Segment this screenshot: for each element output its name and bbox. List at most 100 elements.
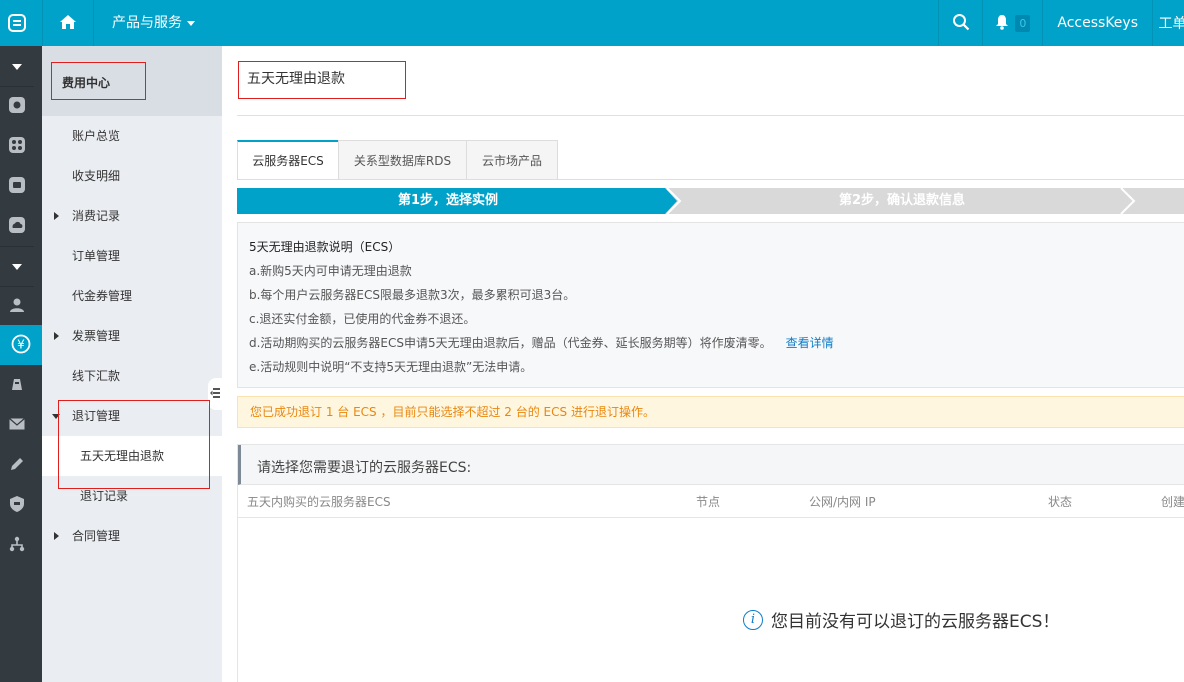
products-services-menu[interactable]: 产品与服务 (112, 0, 195, 46)
sidebar-item-label: 收支明细 (72, 169, 121, 183)
panel-header: 请选择您需要退订的云服务器ECS: (238, 445, 1184, 485)
ecs-icon (8, 96, 26, 117)
rail-hat[interactable] (0, 365, 34, 405)
sidebar-item-vouchers[interactable]: 代金券管理 (42, 276, 222, 316)
ecs-selection-panel: 请选择您需要退订的云服务器ECS: 五天内购买的云服务器ECS 节点 公网/内网… (237, 444, 1184, 682)
aliyun-logo-icon[interactable] (0, 0, 34, 46)
sidebar-item-invoices[interactable]: 发票管理 (42, 316, 222, 356)
tab-label: 云市场产品 (481, 154, 542, 168)
mail-icon (9, 417, 25, 433)
header-divider (238, 517, 1184, 518)
svg-text:¥: ¥ (17, 337, 25, 351)
chevron-right-icon (54, 532, 59, 540)
refund-notice: 5天无理由退款说明（ECS） a.新购5天内可申请无理由退款 b.每个用户云服务… (237, 222, 1184, 388)
sidebar-item-income-expense[interactable]: 收支明细 (42, 156, 222, 196)
sidebar-item-contracts[interactable]: 合同管理 (42, 516, 222, 556)
highlight-box-page-title (238, 61, 406, 99)
sidebar-item-consumption[interactable]: 消费记录 (42, 196, 222, 236)
notifications-button[interactable]: 0 (982, 0, 1042, 46)
sidebar-item-orders[interactable]: 订单管理 (42, 236, 222, 276)
notice-line: e.活动规则中说明“不支持5天无理由退款”无法申请。 (249, 360, 533, 374)
hat-icon (9, 376, 25, 395)
cloud-icon (8, 216, 26, 237)
rail-mail[interactable] (0, 405, 34, 445)
tab-rds[interactable]: 关系型数据库RDS (338, 140, 467, 180)
sidebar-collapse-handle[interactable] (208, 378, 222, 410)
hierarchy-icon (9, 536, 25, 555)
sidebar-item-label: 线下汇款 (72, 369, 121, 383)
sidebar-item-label: 代金券管理 (72, 289, 133, 303)
top-navbar: 产品与服务 0 AccessKeys 工单 (0, 0, 1184, 46)
step-1-label: 第1步，选择实例 (398, 193, 499, 208)
icon-rail: ¥ (0, 46, 42, 682)
rail-toggle-second[interactable] (0, 246, 34, 286)
tab-marketplace[interactable]: 云市场产品 (466, 140, 558, 180)
network-icon (8, 136, 26, 157)
tabs-divider (237, 179, 1184, 180)
rail-org[interactable] (0, 525, 34, 565)
rail-cloud[interactable] (0, 206, 34, 246)
refund-quota-warning: 您已成功退订 1 台 ECS ，目前只能选择不超过 2 台的 ECS 进行退订操… (237, 396, 1184, 428)
workorder-link[interactable]: 工单 (1152, 0, 1184, 46)
view-details-link[interactable]: 查看详情 (786, 336, 834, 350)
user-icon (9, 297, 25, 316)
notice-heading: 5天无理由退款说明（ECS） (249, 240, 401, 254)
rail-billing[interactable]: ¥ (0, 325, 42, 365)
caret-down-icon (12, 59, 22, 73)
security-icon (8, 176, 26, 197)
notice-line: c.退还实付金额，已使用的代金券不退还。 (249, 312, 476, 326)
column-header-ip: 公网/内网 IP (809, 495, 876, 509)
rail-security[interactable] (0, 166, 34, 206)
rail-ecs[interactable] (0, 86, 34, 126)
highlight-box-billing-center (51, 62, 146, 100)
sidebar-item-label: 订单管理 (72, 249, 121, 263)
info-icon: i (743, 609, 763, 630)
sidebar-item-offline-remittance[interactable]: 线下汇款 (42, 356, 222, 396)
notification-count-badge: 0 (1015, 14, 1031, 32)
tab-label: 关系型数据库RDS (353, 154, 452, 168)
step-indicator: 第1步，选择实例 第2步，确认退款信息 (237, 188, 1184, 214)
menu-collapse-icon (210, 387, 220, 402)
tab-ecs[interactable]: 云服务器ECS (237, 140, 339, 180)
yen-icon: ¥ (11, 334, 31, 357)
rail-network[interactable] (0, 126, 34, 166)
panel-title: 请选择您需要退订的云服务器ECS: (257, 460, 472, 476)
column-header-status: 状态 (1048, 495, 1073, 509)
top-right-actions: 0 AccessKeys 工单 (938, 0, 1184, 46)
home-button[interactable] (42, 0, 94, 46)
sidebar-item-account-overview[interactable]: 账户总览 (42, 116, 222, 156)
sidebar-item-label: 合同管理 (72, 529, 121, 543)
search-button[interactable] (938, 0, 982, 46)
sidebar-item-label: 账户总览 (72, 129, 121, 143)
sidebar: 费用中心 账户总览 收支明细 消费记录 订单管理 代金券管理 发票管理 线下汇款… (42, 46, 222, 682)
empty-state: i 您目前没有可以退订的云服务器ECS！ (743, 607, 1059, 632)
products-label: 产品与服务 (112, 15, 182, 31)
notice-line: b.每个用户云服务器ECS限最多退款3次，最多累积可退3台。 (249, 288, 576, 302)
shield-icon (9, 495, 25, 516)
column-header-ecs: 五天内购买的云服务器ECS (247, 495, 391, 509)
title-divider (237, 115, 1184, 116)
home-icon (59, 14, 77, 33)
tab-label: 云服务器ECS (252, 154, 324, 168)
accesskeys-link[interactable]: AccessKeys (1042, 0, 1152, 46)
column-header-created: 创建 (1161, 495, 1184, 509)
chevron-right-icon (54, 212, 59, 220)
rail-edit[interactable] (0, 445, 34, 485)
rail-toggle-top[interactable] (0, 46, 34, 86)
sidebar-item-label: 发票管理 (72, 329, 121, 343)
chevron-right-icon (54, 332, 59, 340)
notice-line: d.活动期购买的云服务器ECS申请5天无理由退款后，赠品（代金券、延长服务期等）… (249, 336, 772, 350)
notice-line: a.新购5天内可申请无理由退款 (249, 264, 412, 278)
rail-shield[interactable] (0, 485, 34, 525)
sidebar-item-label: 消费记录 (72, 209, 121, 223)
step-2-label: 第2步，确认退款信息 (839, 193, 966, 208)
highlight-box-refund-menu (58, 400, 210, 489)
caret-down-icon (12, 259, 22, 273)
chevron-down-icon (187, 20, 195, 26)
sidebar-item-label: 退订记录 (80, 489, 129, 503)
column-header-node: 节点 (696, 495, 721, 509)
pencil-icon (9, 456, 25, 475)
rail-user[interactable] (0, 286, 34, 326)
bell-icon (995, 14, 1009, 33)
search-icon (952, 13, 970, 34)
